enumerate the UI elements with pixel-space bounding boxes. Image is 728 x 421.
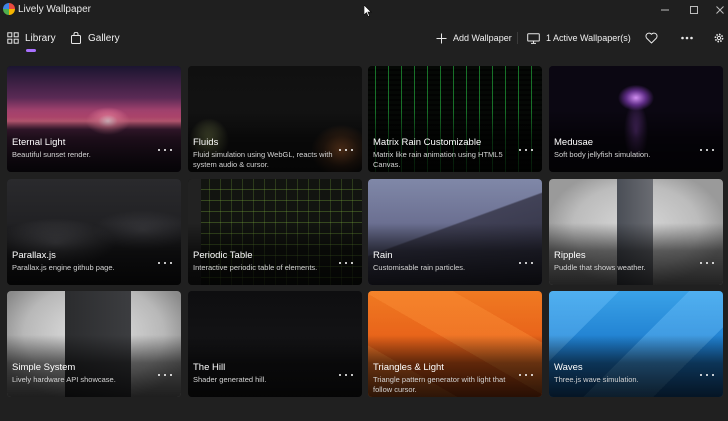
tab-gallery[interactable]: Gallery (70, 28, 120, 48)
wallpaper-description: Shader generated hill. (193, 375, 267, 384)
active-wallpapers-label: 1 Active Wallpaper(s) (546, 33, 631, 43)
wallpaper-description: Triangle pattern generator with light th… (373, 375, 506, 394)
wallpaper-card-parallax[interactable]: Parallax.js Parallax.js engine github pa… (7, 179, 181, 285)
wallpaper-card-fluids[interactable]: Fluids Fluid simulation using WebGL, rea… (188, 66, 362, 172)
wallpaper-title: Eternal Light (12, 137, 66, 148)
wallpaper-more-button[interactable] (339, 371, 353, 379)
app-logo-icon (3, 3, 15, 15)
wallpaper-card-triangles-light[interactable]: Triangles & Light Triangle pattern gener… (368, 291, 542, 397)
gear-icon (714, 33, 724, 43)
wallpaper-title: Triangles & Light (373, 362, 444, 373)
wallpaper-more-button[interactable] (158, 371, 172, 379)
wallpaper-title: Fluids (193, 137, 219, 148)
wallpaper-description: Matrix like rain animation using HTML5 C… (373, 150, 503, 169)
command-divider (517, 32, 518, 44)
minimize-button[interactable] (650, 0, 680, 20)
wallpaper-description: Parallax.js engine github page. (12, 263, 115, 272)
wallpaper-description: Fluid simulation using WebGL, reacts wit… (193, 150, 333, 169)
wallpaper-card-waves[interactable]: Waves Three.js wave simulation. (549, 291, 723, 397)
tab-gallery-label: Gallery (88, 32, 120, 44)
wallpaper-more-button[interactable] (519, 146, 533, 154)
wallpaper-card-ripples[interactable]: Ripples Puddle that shows weather. (549, 179, 723, 285)
gallery-bag-icon (71, 32, 81, 44)
wallpaper-more-button[interactable] (700, 146, 714, 154)
wallpaper-description: Soft body jellyfish simulation. (554, 150, 651, 159)
wallpaper-title: Simple System (12, 362, 76, 373)
maximize-icon (690, 6, 698, 14)
wallpaper-more-button[interactable] (339, 146, 353, 154)
add-wallpaper-button[interactable]: Add Wallpaper (436, 28, 512, 48)
wallpaper-more-button[interactable] (158, 259, 172, 267)
more-options-button[interactable] (679, 30, 695, 46)
close-button[interactable] (705, 0, 728, 20)
wallpaper-card-the-hill[interactable]: The Hill Shader generated hill. (188, 291, 362, 397)
wallpaper-description: Interactive periodic table of elements. (193, 263, 318, 272)
wallpaper-card-periodic-table[interactable]: Periodic Table Interactive periodic tabl… (188, 179, 362, 285)
minimize-icon (661, 9, 669, 11)
wallpaper-title: Rain (373, 250, 393, 261)
active-wallpapers-button[interactable]: 1 Active Wallpaper(s) (527, 28, 631, 48)
add-wallpaper-label: Add Wallpaper (453, 33, 512, 43)
wallpaper-more-button[interactable] (519, 371, 533, 379)
wallpaper-title: Periodic Table (193, 250, 253, 261)
wallpaper-more-button[interactable] (700, 259, 714, 267)
command-bar: Library Gallery Add Wallpaper 1 Active W… (0, 20, 728, 56)
wallpaper-more-button[interactable] (339, 259, 353, 267)
favorites-button[interactable] (643, 30, 659, 46)
window-title: Lively Wallpaper (18, 4, 91, 15)
wallpaper-description: Customisable rain particles. (373, 263, 466, 272)
wallpaper-more-button[interactable] (519, 259, 533, 267)
wallpaper-description: Lively hardware API showcase. (12, 375, 116, 384)
wallpaper-card-simple-system[interactable]: Simple System Lively hardware API showca… (7, 291, 181, 397)
plus-icon (436, 33, 447, 43)
library-grid-icon (7, 32, 19, 44)
wallpaper-card-rain[interactable]: Rain Customisable rain particles. (368, 179, 542, 285)
wallpaper-description: Three.js wave simulation. (554, 375, 639, 384)
wallpaper-more-button[interactable] (700, 371, 714, 379)
active-tab-indicator (26, 49, 36, 52)
wallpaper-description: Puddle that shows weather. (554, 263, 646, 272)
settings-button[interactable] (711, 30, 727, 46)
monitor-icon (527, 32, 540, 44)
close-icon (716, 6, 724, 14)
wallpaper-more-button[interactable] (158, 146, 172, 154)
wallpaper-title: The Hill (193, 362, 226, 373)
wallpaper-description: Beautiful sunset render. (12, 150, 91, 159)
wallpaper-card-eternal-light[interactable]: Eternal Light Beautiful sunset render. (7, 66, 181, 172)
wallpaper-card-matrix-rain[interactable]: Matrix Rain Customizable Matrix like rai… (368, 66, 542, 172)
wallpaper-title: Parallax.js (12, 250, 56, 261)
wallpaper-title: Ripples (554, 250, 586, 261)
wallpaper-title: Matrix Rain Customizable (373, 137, 482, 148)
tab-library[interactable]: Library (7, 28, 56, 48)
wallpaper-title: Waves (554, 362, 583, 373)
more-horizontal-icon (681, 36, 693, 40)
tab-library-label: Library (25, 32, 56, 44)
wallpaper-grid: Eternal Light Beautiful sunset render. F… (0, 56, 728, 421)
wallpaper-card-medusae[interactable]: Medusae Soft body jellyfish simulation. (549, 66, 723, 172)
wallpaper-title: Medusae (554, 137, 594, 148)
title-bar: Lively Wallpaper (0, 0, 728, 20)
heart-icon (645, 32, 657, 44)
